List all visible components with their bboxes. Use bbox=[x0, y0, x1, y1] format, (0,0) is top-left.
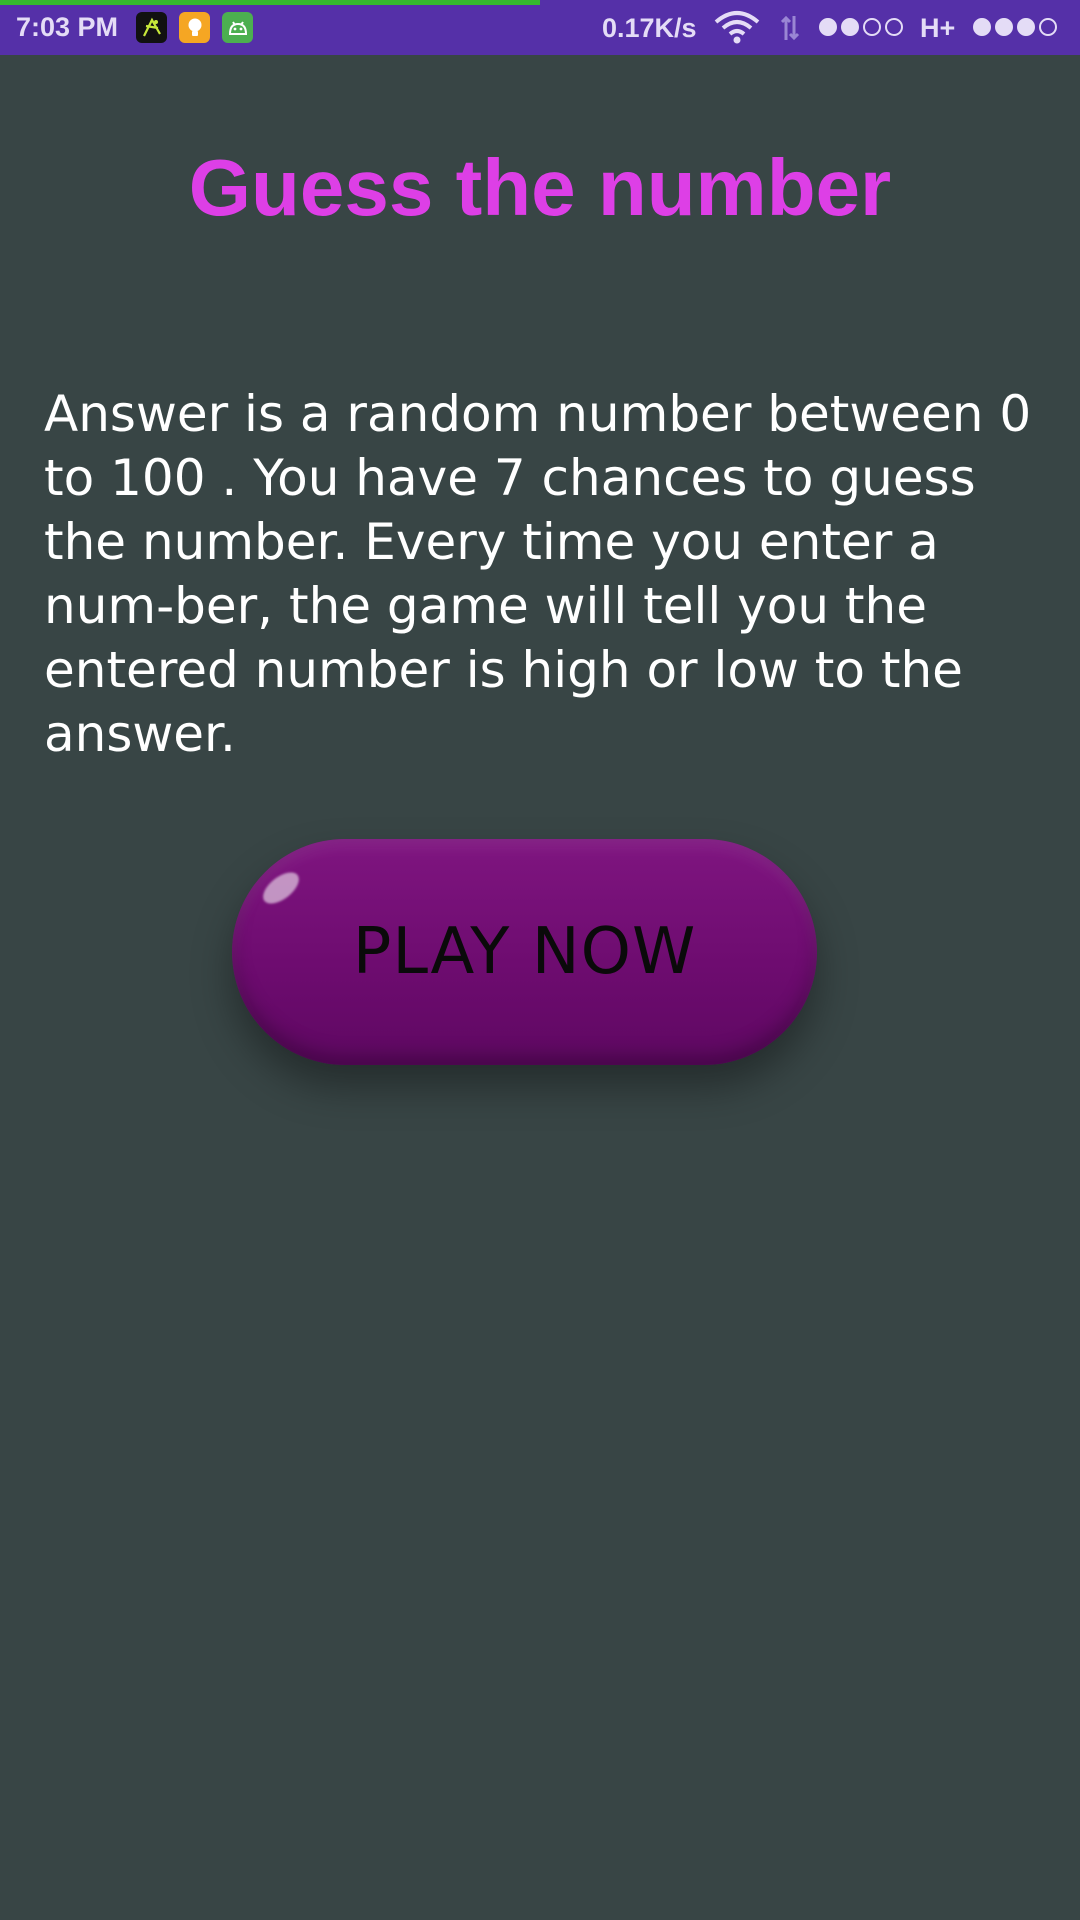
status-bar: 7:03 PM 0.17K/s H+ bbox=[0, 0, 1080, 55]
button-gloss-highlight bbox=[257, 866, 305, 910]
game-description: Answer is a random number between 0 to 1… bbox=[44, 385, 1032, 763]
page-title: Guess the number bbox=[188, 143, 892, 232]
loading-progress-line bbox=[0, 0, 540, 5]
play-now-label: PLAY NOW bbox=[352, 915, 697, 989]
cricket-app-icon bbox=[136, 12, 167, 43]
status-time: 7:03 PM bbox=[16, 12, 119, 42]
android-app-icon bbox=[222, 12, 253, 43]
network-speed: 0.17K/s bbox=[602, 13, 697, 43]
lightbulb-app-icon bbox=[179, 12, 210, 43]
signal-strength-icon bbox=[819, 18, 903, 36]
battery-indicator-icon bbox=[973, 18, 1057, 36]
play-now-button[interactable]: PLAY NOW bbox=[232, 839, 817, 1065]
data-activity-icon bbox=[780, 14, 800, 47]
network-type: H+ bbox=[920, 13, 956, 43]
wifi-icon bbox=[714, 10, 760, 49]
